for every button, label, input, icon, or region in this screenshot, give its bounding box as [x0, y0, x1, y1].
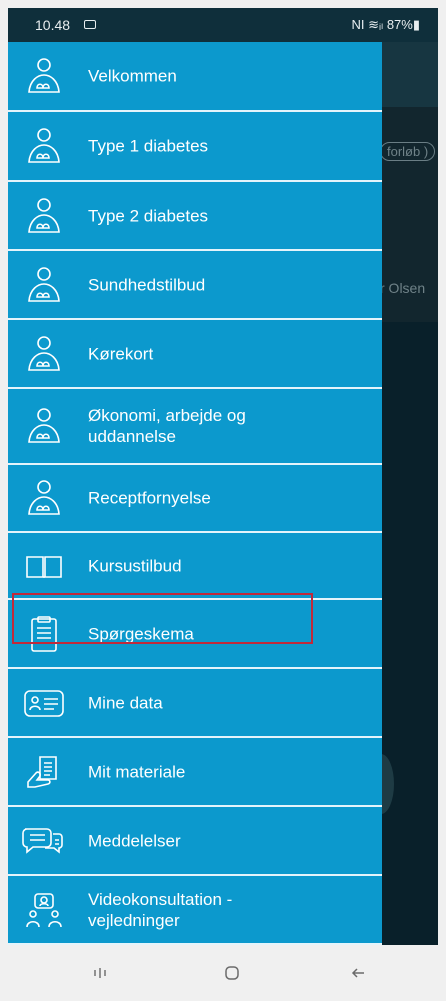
phone-screen: 10.48 NI ≋ᵢₗ 87%▮ forløb ) r Olsen Velko… [8, 8, 438, 945]
person-icon [22, 54, 66, 98]
menu-item-mit-materiale[interactable]: Mit materiale [8, 738, 382, 807]
person-icon [22, 476, 66, 520]
person-icon [22, 404, 66, 448]
menu-item-label: Type 2 diabetes [88, 206, 209, 225]
person-icon [22, 263, 66, 307]
navigation-drawer: Velkommen Type 1 diabetes Type 2 diabete… [8, 42, 382, 945]
menu-item-label: Spørgeskema [88, 624, 194, 643]
chat-icon [22, 819, 66, 863]
background-name: r Olsen [380, 280, 426, 296]
menu-item-velkommen[interactable]: Velkommen [8, 42, 382, 112]
status-indicators: NI ≋ᵢₗ 87%▮ [351, 17, 421, 32]
video-consult-icon [22, 888, 66, 932]
menu-item-label: Videokonsultation - vejledninger [88, 889, 233, 930]
person-icon [22, 194, 66, 238]
menu-item-receptfornyelse[interactable]: Receptfornyelse [8, 465, 382, 533]
menu-item-meddelelser[interactable]: Meddelelser [8, 807, 382, 876]
status-time: 10.48 [35, 17, 71, 33]
clipboard-icon [22, 612, 66, 656]
menu-item-videokonsultation[interactable]: Videokonsultation - vejledninger [8, 876, 382, 945]
menu-item-label: Type 1 diabetes [88, 136, 209, 156]
menu-item-okonomi[interactable]: Økonomi, arbejde og uddannelse [8, 389, 382, 465]
back-button[interactable] [338, 955, 378, 991]
book-icon [22, 544, 66, 588]
id-card-icon [22, 681, 66, 725]
menu-item-label: Mit materiale [88, 762, 186, 781]
menu-item-sporgeskema[interactable]: Spørgeskema [8, 600, 382, 669]
menu-item-label: Sundhedstilbud [88, 275, 206, 294]
menu-item-label: Kursustilbud [88, 556, 182, 575]
menu-item-label: Velkommen [88, 66, 177, 86]
menu-item-label: Økonomi, arbejde og uddannelse [88, 406, 246, 446]
background-chip: forløb ) [380, 142, 436, 161]
system-navigation-bar [0, 945, 446, 1001]
menu-item-kursustilbud[interactable]: Kursustilbud [8, 533, 382, 600]
menu-item-label: Kørekort [88, 344, 154, 363]
person-icon [22, 332, 66, 376]
menu-item-mine-data[interactable]: Mine data [8, 669, 382, 738]
menu-item-type-1-diabetes[interactable]: Type 1 diabetes [8, 112, 382, 182]
recent-apps-button[interactable] [80, 955, 120, 991]
menu-item-label: Meddelelser [88, 831, 181, 850]
menu-item-sundhedstilbud[interactable]: Sundhedstilbud [8, 251, 382, 320]
menu-item-label: Mine data [88, 693, 163, 712]
gallery-notification-icon [84, 20, 96, 29]
menu-item-korekort[interactable]: Kørekort [8, 320, 382, 389]
person-icon [22, 124, 66, 168]
menu-item-type-2-diabetes[interactable]: Type 2 diabetes [8, 182, 382, 251]
document-hand-icon [22, 750, 66, 794]
status-bar: 10.48 NI ≋ᵢₗ 87%▮ [8, 8, 438, 42]
home-button[interactable] [212, 955, 252, 991]
menu-item-label: Receptfornyelse [88, 488, 211, 508]
